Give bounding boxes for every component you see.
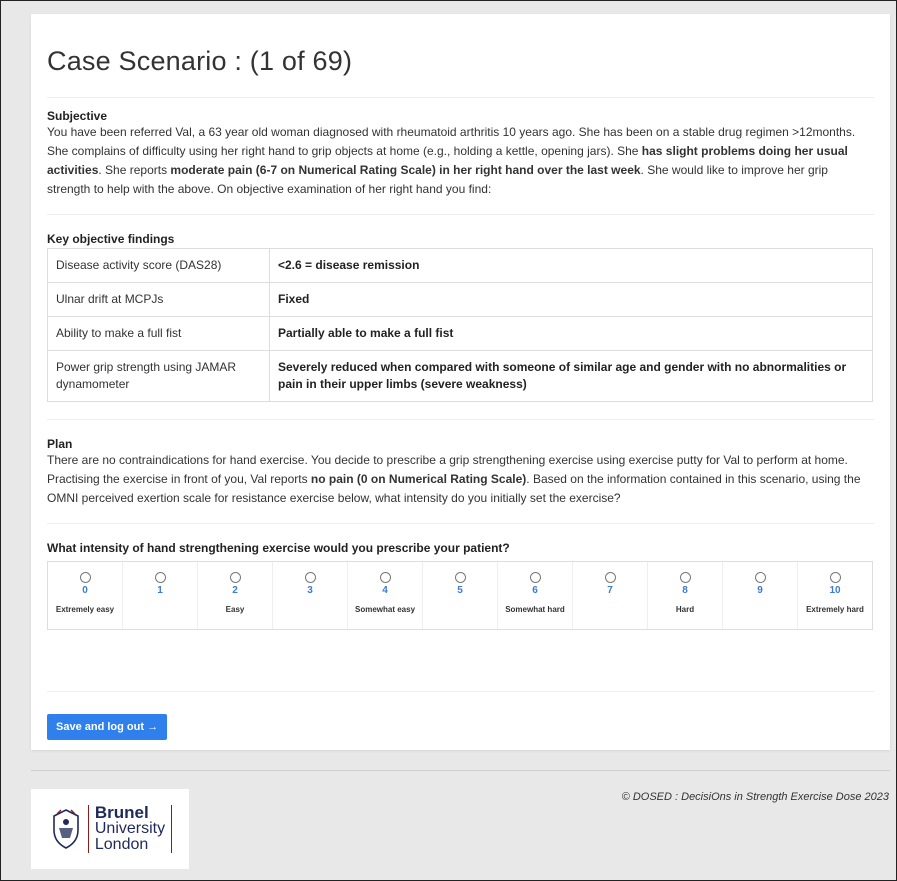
radio-button[interactable] bbox=[229, 572, 241, 583]
radio-button[interactable] bbox=[79, 572, 91, 583]
radio-button[interactable] bbox=[829, 572, 841, 583]
copyright-text: © DOSED : DecisiOns in Strength Exercise… bbox=[621, 791, 889, 803]
scale-label: Somewhat hard bbox=[505, 605, 565, 614]
divider bbox=[47, 419, 874, 420]
divider bbox=[47, 691, 874, 692]
logo-line-1: Brunel bbox=[94, 803, 149, 822]
university-crest-icon bbox=[53, 809, 79, 849]
subjective-heading: Subjective bbox=[47, 109, 108, 123]
logo-wordmark: Brunel University London bbox=[87, 803, 173, 853]
findings-heading: Key objective findings bbox=[47, 232, 175, 246]
subjective-section: Subjective You have been referred Val, a… bbox=[47, 109, 874, 199]
findings-section: Key objective findings Disease activity … bbox=[47, 232, 874, 402]
scale-label: Extremely hard bbox=[806, 605, 864, 614]
scale-label: Hard bbox=[675, 605, 695, 614]
divider bbox=[47, 214, 874, 215]
body-text: . She reports bbox=[98, 163, 171, 177]
scale-option-6[interactable]: 6 Somewhat hard bbox=[498, 562, 573, 629]
scale-option-1[interactable]: 1 bbox=[123, 562, 198, 629]
emphasis-text: moderate pain (6-7 on Numerical Rating S… bbox=[170, 163, 641, 177]
scale-number: 1 bbox=[157, 585, 163, 596]
divider bbox=[47, 523, 874, 524]
subjective-text: You have been referred Val, a 63 year ol… bbox=[47, 123, 874, 199]
scale-label: Somewhat easy bbox=[354, 605, 416, 614]
scale-number: 6 bbox=[532, 585, 538, 596]
intensity-scale: 0 Extremely easy 1 2 Easy 3 4 Somewhat easy 5 6 So… bbox=[47, 561, 873, 630]
scale-number: 3 bbox=[307, 585, 313, 596]
radio-button[interactable] bbox=[754, 572, 766, 583]
scale-number: 5 bbox=[457, 585, 463, 596]
finding-label: Ulnar drift at MCPJs bbox=[47, 282, 270, 317]
scale-option-0[interactable]: 0 Extremely easy bbox=[48, 562, 123, 629]
scale-number: 8 bbox=[682, 585, 688, 596]
table-row: Ability to make a full fist Partially abl… bbox=[47, 316, 873, 351]
scale-label: Easy bbox=[225, 605, 245, 614]
scale-number: 10 bbox=[829, 585, 841, 596]
scale-option-10[interactable]: 10 Extremely hard bbox=[798, 562, 872, 629]
scale-option-4[interactable]: 4 Somewhat easy bbox=[348, 562, 423, 629]
radio-button[interactable] bbox=[454, 572, 466, 583]
scale-option-2[interactable]: 2 Easy bbox=[198, 562, 273, 629]
table-row: Power grip strength using JAMAR dynamome… bbox=[47, 350, 873, 402]
finding-value: <2.6 = disease remission bbox=[269, 248, 873, 283]
radio-button[interactable] bbox=[604, 572, 616, 583]
scale-label: Extremely easy bbox=[55, 605, 115, 614]
finding-label: Power grip strength using JAMAR dynamome… bbox=[47, 350, 270, 402]
logo-line-2: University bbox=[94, 820, 166, 837]
divider bbox=[47, 97, 874, 98]
scale-option-5[interactable]: 5 bbox=[423, 562, 498, 629]
scale-number: 7 bbox=[607, 585, 613, 596]
finding-value: Partially able to make a full fist bbox=[269, 316, 873, 351]
brunel-logo: Brunel University London bbox=[31, 789, 189, 869]
scale-number: 4 bbox=[382, 585, 388, 596]
page-title: Case Scenario : (1 of 69) bbox=[47, 46, 353, 76]
table-row: Ulnar drift at MCPJs Fixed bbox=[47, 282, 873, 317]
plan-section: Plan There are no contraindications for … bbox=[47, 437, 874, 508]
emphasis-text: no pain (0 on Numerical Rating Scale) bbox=[310, 472, 527, 486]
main-card: Case Scenario : (1 of 69) Subjective You… bbox=[31, 14, 890, 750]
radio-button[interactable] bbox=[679, 572, 691, 583]
plan-text: There are no contraindications for hand … bbox=[47, 451, 874, 508]
radio-button[interactable] bbox=[304, 572, 316, 583]
scale-option-8[interactable]: 8 Hard bbox=[648, 562, 723, 629]
finding-label: Disease activity score (DAS28) bbox=[47, 248, 270, 283]
footer-divider bbox=[31, 770, 890, 771]
scale-option-7[interactable]: 7 bbox=[573, 562, 648, 629]
scale-number: 9 bbox=[757, 585, 763, 596]
table-row: Disease activity score (DAS28) <2.6 = dis… bbox=[47, 248, 873, 283]
finding-value: Severely reduced when compared with some… bbox=[269, 350, 873, 402]
scale-option-9[interactable]: 9 bbox=[723, 562, 798, 629]
finding-value: Fixed bbox=[269, 282, 873, 317]
question-text: What intensity of hand strengthening exe… bbox=[47, 541, 510, 555]
findings-table: Disease activity score (DAS28) <2.6 = dis… bbox=[47, 248, 873, 402]
finding-label: Ability to make a full fist bbox=[47, 316, 270, 351]
scale-number: 0 bbox=[82, 585, 88, 596]
logo-line-3: London bbox=[94, 836, 149, 853]
save-and-logout-button[interactable]: Save and log out → bbox=[47, 714, 168, 740]
scale-number: 2 bbox=[232, 585, 238, 596]
radio-button[interactable] bbox=[154, 572, 166, 583]
plan-heading: Plan bbox=[47, 437, 73, 451]
scale-option-3[interactable]: 3 bbox=[273, 562, 348, 629]
radio-button[interactable] bbox=[529, 572, 541, 583]
radio-button[interactable] bbox=[379, 572, 391, 583]
